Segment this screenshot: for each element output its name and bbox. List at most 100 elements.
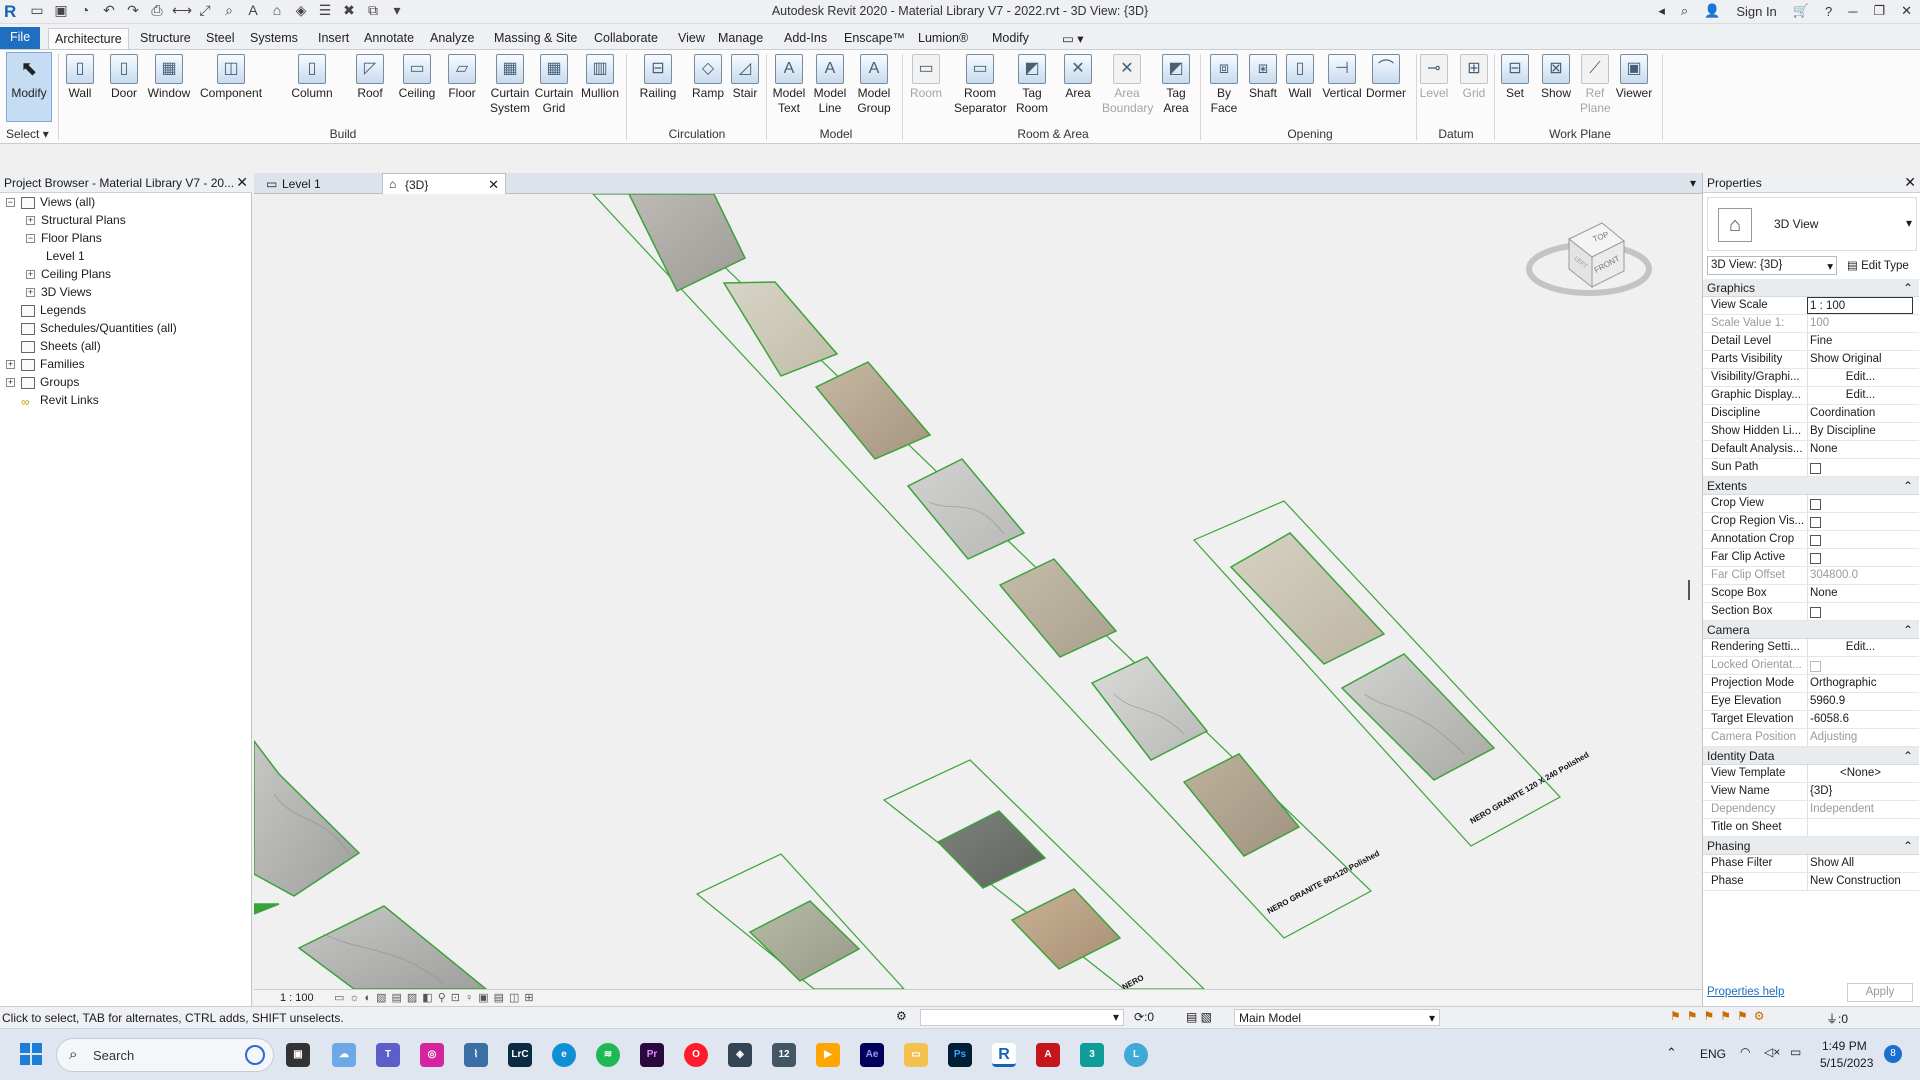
tab-add-ins[interactable]: Add-Ins (778, 28, 833, 49)
photoshop-icon[interactable]: Ps (948, 1043, 972, 1067)
battery-icon[interactable]: ▭ (1790, 1045, 1801, 1059)
close-icon[interactable]: ✕ (1901, 3, 1912, 19)
window-button[interactable]: ▦ Window (146, 54, 192, 101)
tree-item-families[interactable]: + Families (6, 357, 85, 375)
revit-taskbar-icon[interactable]: R (992, 1043, 1016, 1067)
property-group-extents[interactable]: Extents ⌃ (1703, 477, 1919, 495)
roof-button[interactable]: ◸ Roof (352, 54, 388, 101)
dormer-button[interactable]: ⌒ Dormer (1364, 54, 1408, 101)
tree-item-groups[interactable]: + Groups (6, 375, 79, 393)
set-button[interactable]: ⊟ Set (1498, 54, 1532, 101)
worksharing-icon[interactable]: ⚙ (896, 1009, 907, 1023)
tree-item-sheets-all[interactable]: Sheets (all) (6, 339, 101, 357)
tab-insert[interactable]: Insert (312, 28, 355, 49)
model-dropdown[interactable]: Main Model ▾ (1234, 1009, 1440, 1026)
property-value[interactable]: New Construction (1807, 873, 1913, 890)
property-group-phasing[interactable]: Phasing ⌃ (1703, 837, 1919, 855)
editable-icon[interactable]: ⟳:0 (1134, 1010, 1154, 1024)
wifi-icon[interactable]: ◠ (1740, 1045, 1750, 1059)
tab-massing-site[interactable]: Massing & Site (488, 28, 583, 49)
wall-button[interactable]: ▯ Wall (62, 54, 98, 101)
expand-toggle-icon[interactable]: + (26, 216, 35, 226)
teams-icon[interactable]: T (376, 1043, 400, 1067)
after-effects-icon[interactable]: Ae (860, 1043, 884, 1067)
property-value[interactable]: 1 : 100 (1807, 297, 1913, 314)
tab-annotate[interactable]: Annotate (358, 28, 420, 49)
expand-toggle-icon[interactable]: − (6, 198, 15, 208)
3ds-max-icon[interactable]: 3 (1080, 1043, 1104, 1067)
tab-lumion[interactable]: Lumion® (912, 28, 974, 49)
weather-icon[interactable]: ☁ (332, 1043, 356, 1067)
railing-button[interactable]: ⊟ Railing (636, 54, 680, 101)
tab-view[interactable]: View (672, 28, 711, 49)
autocad-icon[interactable]: A (1036, 1043, 1060, 1067)
tree-item-level-1[interactable]: Level 1 (46, 249, 85, 267)
area-button[interactable]: ✕ Area (1060, 54, 1096, 101)
property-checkbox[interactable] (1807, 459, 1913, 476)
premiere-pro-icon[interactable]: Pr (640, 1043, 664, 1067)
property-value[interactable]: None (1807, 441, 1913, 458)
tab-steel[interactable]: Steel (200, 28, 241, 49)
curtain-grid-button[interactable]: ▦ Curtain Grid (534, 54, 574, 116)
column-button[interactable]: ▯ Column (290, 54, 334, 101)
expand-toggle-icon[interactable]: + (26, 270, 35, 280)
collapse-icon[interactable]: ⌃ (1903, 749, 1913, 763)
monitor-app-icon[interactable]: ⌇ (464, 1043, 488, 1067)
property-edit-button[interactable]: Edit... (1807, 639, 1913, 656)
collapse-icon[interactable]: ⌃ (1903, 623, 1913, 637)
tab-manage[interactable]: Manage (712, 28, 769, 49)
property-value[interactable]: Orthographic (1807, 675, 1913, 692)
file-explorer-icon[interactable]: ▭ (904, 1043, 928, 1067)
by-face-button[interactable]: ⧈ By Face (1206, 54, 1242, 116)
tree-item-legends[interactable]: Legends (6, 303, 86, 321)
expand-toggle-icon[interactable]: + (6, 378, 15, 388)
tab-3d-view[interactable]: ⌂ {3D} ✕ (382, 173, 506, 194)
close-properties-icon[interactable]: ✕ (1904, 174, 1916, 191)
opera-icon[interactable]: O (684, 1043, 708, 1067)
tool-app-icon[interactable]: 12 (772, 1043, 796, 1067)
arrow-left-icon[interactable]: ◂ (1658, 3, 1665, 19)
spotify-icon[interactable]: ≋ (596, 1043, 620, 1067)
property-edit-button[interactable]: Edit... (1807, 369, 1913, 386)
tab-file[interactable]: File (0, 27, 41, 49)
expand-toggle-icon[interactable]: + (26, 288, 35, 298)
clock-time[interactable]: 1:49 PM (1822, 1039, 1867, 1053)
select-dropdown[interactable]: Select ▾ (6, 127, 49, 141)
property-checkbox[interactable] (1807, 495, 1913, 512)
tree-item-views-all[interactable]: − Views (all) (6, 195, 95, 213)
property-group-camera[interactable]: Camera ⌃ (1703, 621, 1919, 639)
modify-button[interactable]: ⬉ Modify (8, 54, 50, 101)
tab-dropdown-icon[interactable]: ▾ (1690, 176, 1696, 190)
tree-item-revit-links[interactable]: ∞ Revit Links (6, 393, 99, 411)
user-icon[interactable]: 👤 (1704, 3, 1720, 19)
vertical-button[interactable]: ⊣ Vertical (1320, 54, 1364, 101)
expand-toggle-icon[interactable]: + (6, 360, 15, 370)
cart-icon[interactable]: 🛒 (1793, 3, 1809, 19)
lumion-icon[interactable]: L (1124, 1043, 1148, 1067)
task-view-icon[interactable]: ▣ (286, 1043, 310, 1067)
show-hidden-icons[interactable]: ⌃ (1666, 1045, 1677, 1061)
canvas-scrollbar[interactable] (1688, 580, 1690, 600)
property-value[interactable]: Show Original (1807, 351, 1913, 368)
close-project-browser-icon[interactable]: ✕ (236, 174, 248, 191)
model-group-button[interactable]: A Model Group (852, 54, 896, 116)
property-value[interactable]: {3D} (1807, 783, 1913, 800)
property-checkbox[interactable] (1807, 531, 1913, 548)
collapse-icon[interactable]: ⌃ (1903, 281, 1913, 295)
binoculars-icon[interactable]: ⌕ (1681, 3, 1688, 19)
property-group-graphics[interactable]: Graphics ⌃ (1703, 279, 1919, 297)
property-checkbox[interactable] (1807, 549, 1913, 566)
property-checkbox[interactable] (1807, 603, 1913, 620)
property-value[interactable]: None (1807, 585, 1913, 602)
edit-type-button[interactable]: ▤ Edit Type (1843, 256, 1917, 275)
curtain-system-button[interactable]: ▦ Curtain System (490, 54, 530, 116)
tab-architecture[interactable]: Architecture (48, 28, 129, 49)
tree-item-ceiling-plans[interactable]: + Ceiling Plans (26, 267, 111, 285)
model-drawing[interactable]: NERO GRANITE 60x120 Polished NERO GRANIT… (254, 194, 1692, 989)
grid-button[interactable]: ⊞ Grid (1458, 54, 1490, 101)
property-value[interactable] (1807, 819, 1913, 836)
selection-filter-icons[interactable]: ⚑⚑⚑⚑⚑⚙ (1670, 1009, 1771, 1023)
tree-item-structural-plans[interactable]: + Structural Plans (26, 213, 126, 231)
ribbon-minimize-icon[interactable]: ▭ ▾ (1056, 28, 1090, 49)
wall-button[interactable]: ▯ Wall (1284, 54, 1316, 101)
